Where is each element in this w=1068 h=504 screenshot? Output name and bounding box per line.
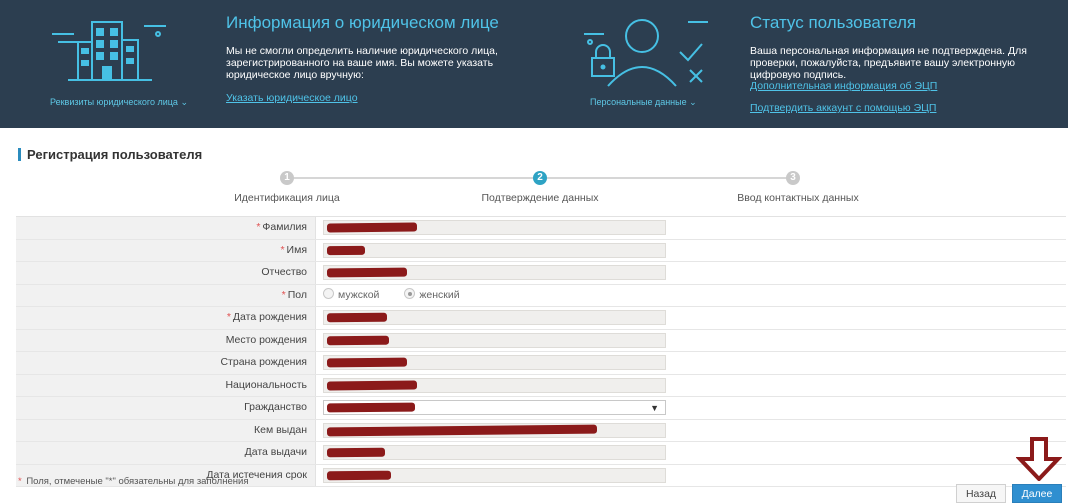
field-row-gender: * Пол мужской женский	[16, 284, 1066, 307]
birth-date-input[interactable]	[323, 310, 666, 325]
redaction-mark	[326, 380, 418, 390]
issue-date-input[interactable]	[323, 445, 666, 460]
field-row-birth-country: Страна рождения	[16, 352, 1066, 375]
user-status-text: Ваша персональная информация не подтверж…	[750, 45, 1027, 81]
legal-entity-caption[interactable]: Реквизиты юридического лица ⌄	[50, 97, 188, 108]
redaction-mark	[326, 335, 390, 345]
step-2-circle: 2	[533, 171, 547, 185]
field-label: Место рождения	[225, 333, 307, 346]
redaction-mark	[326, 447, 386, 458]
field-row-issued-by: Кем выдан	[16, 419, 1066, 442]
field-label: Кем выдан	[254, 423, 307, 436]
issued-by-input[interactable]	[323, 422, 666, 438]
info-banner: Реквизиты юридического лица ⌄ Информация…	[0, 0, 1068, 128]
field-label: Гражданство	[244, 401, 307, 413]
step-2-label: Подтверждение данных	[481, 192, 599, 204]
gender-radio-group: мужской женский	[323, 285, 482, 306]
step-3-label: Ввод контактных данных	[737, 192, 859, 204]
user-status-title: Статус пользователя	[750, 13, 917, 32]
birth-place-input[interactable]	[323, 332, 666, 348]
step-3-circle: 3	[786, 171, 800, 185]
required-fields-note: * Поля, отмеченые "*" обязательны для за…	[18, 476, 249, 487]
page-title: Регистрация пользователя	[27, 147, 203, 162]
field-label: Пол	[287, 288, 307, 301]
name-input[interactable]	[323, 242, 666, 258]
step-1-label: Идентификация лица	[234, 192, 340, 204]
next-button[interactable]: Далее	[1012, 484, 1062, 503]
field-label: Национальность	[225, 378, 307, 391]
redaction-mark	[326, 357, 408, 368]
field-row-nationality: Национальность	[16, 374, 1066, 397]
redaction-mark	[326, 222, 418, 233]
redaction-mark	[326, 402, 416, 413]
field-label: Дата выдачи	[244, 446, 307, 458]
legal-entity-title: Информация о юридическом лице	[226, 13, 499, 32]
confirm-ecp-link[interactable]: Подтвердить аккаунт с помощью ЭЦП	[750, 102, 936, 114]
redaction-mark	[326, 424, 598, 436]
radio-female[interactable]	[404, 288, 416, 300]
field-row-issue-date: Дата выдачи	[16, 442, 1066, 465]
birth-country-input[interactable]	[323, 355, 666, 370]
field-label: Имя	[286, 243, 307, 256]
field-label: Страна рождения	[220, 356, 307, 368]
personal-data-caption[interactable]: Персональные данные ⌄	[590, 97, 697, 108]
field-row-surname: * Фамилия	[16, 217, 1066, 240]
redaction-mark	[326, 245, 366, 255]
building-icon	[52, 21, 166, 81]
radio-male[interactable]	[323, 288, 334, 300]
citizenship-select[interactable]: ▼	[323, 400, 666, 415]
step-1-circle: 1	[280, 171, 294, 185]
nationality-input[interactable]	[323, 377, 666, 393]
specify-legal-entity-link[interactable]: Указать юридическое лицо	[226, 92, 358, 104]
field-row-citizenship: Гражданство ▼	[16, 397, 1066, 420]
redaction-mark	[326, 312, 388, 323]
field-row-birth-place: Место рождения	[16, 329, 1066, 352]
redaction-mark	[326, 267, 408, 278]
gender-option-male[interactable]: мужской	[323, 288, 379, 301]
down-arrow-icon	[1016, 437, 1062, 481]
dropdown-arrow-icon[interactable]: ▼	[650, 402, 659, 414]
back-button[interactable]: Назад	[956, 484, 1006, 503]
field-label: Отчество	[261, 266, 307, 278]
gender-option-female[interactable]: женский	[404, 288, 460, 301]
expiry-date-input[interactable]	[323, 467, 666, 483]
field-label: Дата рождения	[232, 311, 307, 323]
surname-input[interactable]	[323, 220, 666, 235]
step-connector-1	[293, 177, 538, 179]
field-row-birth-date: * Дата рождения	[16, 307, 1066, 330]
field-row-name: * Имя	[16, 239, 1066, 262]
legal-entity-text: Мы не смогли определить наличие юридичес…	[226, 45, 498, 81]
chevron-down-icon: ⌄	[180, 97, 188, 107]
user-lock-icon	[584, 19, 708, 87]
ecp-info-link[interactable]: Дополнительная информация об ЭЦП	[750, 80, 937, 92]
field-row-patronymic: Отчество	[16, 262, 1066, 285]
field-label: Фамилия	[262, 221, 307, 233]
registration-form: * Фамилия * Имя Отчество * Пол мужской женс…	[16, 216, 1066, 487]
patronymic-input[interactable]	[323, 265, 666, 280]
step-connector-2	[545, 177, 791, 179]
chevron-down-icon: ⌄	[689, 97, 697, 107]
redaction-mark	[326, 470, 392, 480]
